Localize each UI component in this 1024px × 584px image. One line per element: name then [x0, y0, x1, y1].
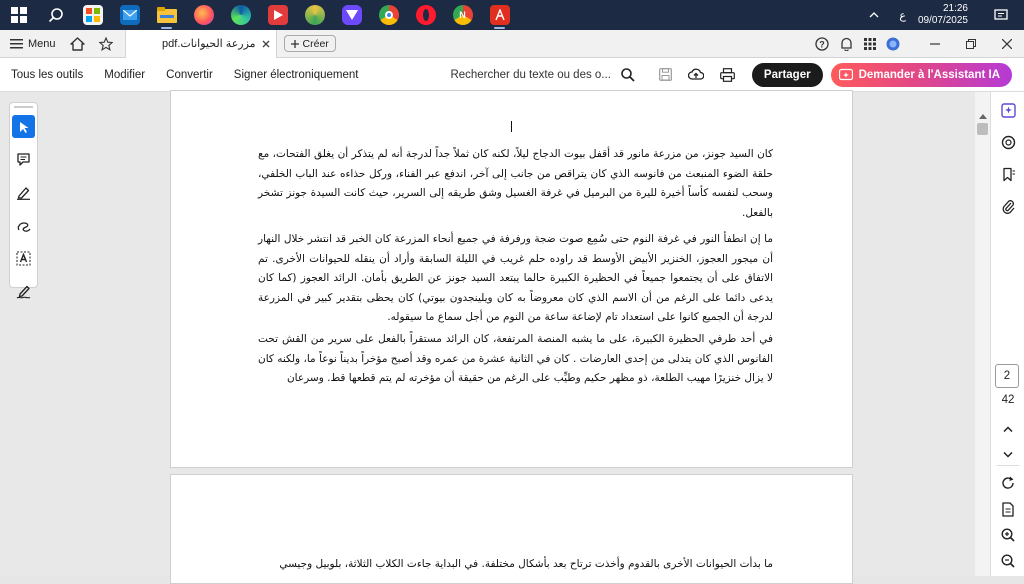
pdf-page-1[interactable]: كان السيد جونز، من مزرعة مانور قد أقفل ب…	[170, 90, 853, 468]
apps-grid-icon[interactable]	[864, 37, 876, 50]
comment-tool[interactable]	[12, 148, 35, 171]
attachment-icon	[1002, 199, 1014, 214]
edit-link[interactable]: Modifier	[104, 69, 145, 81]
menu-button[interactable]: Menu	[10, 38, 56, 50]
comment-ring-icon	[1001, 135, 1015, 149]
page-paragraph: في أحد طرفي الحظيرة الكبيرة، على ما يشبه…	[258, 333, 773, 384]
microsoft-store-icon[interactable]	[74, 0, 111, 30]
profile-avatar[interactable]	[886, 37, 900, 51]
new-tab-label: Créer	[302, 37, 329, 50]
scroll-up-arrow-icon[interactable]	[979, 114, 987, 119]
system-tray: ع 21:26 09/07/2025	[869, 0, 1024, 30]
chrome-profile-icon[interactable]: N	[444, 0, 481, 30]
edge-icon[interactable]	[222, 0, 259, 30]
signature-tool[interactable]	[12, 280, 35, 303]
keyboard-language[interactable]: ع	[899, 9, 906, 22]
highlighter-icon	[17, 187, 30, 200]
firefox-icon[interactable]	[185, 0, 222, 30]
document-viewer: كان السيد جونز، من مزرعة مانور قد أقفل ب…	[0, 90, 1024, 584]
hamburger-icon	[10, 38, 23, 49]
ai-assistant-button[interactable]: Demander à l'Assistant IA	[830, 62, 1012, 87]
comments-panel-tool[interactable]	[991, 126, 1024, 158]
search-field[interactable]: Rechercher du texte ou des o...	[450, 67, 635, 82]
ai-sparkle-icon	[838, 68, 853, 82]
chrome-icon[interactable]	[370, 0, 407, 30]
page-paragraph: كان السيد جونز، من مزرعة مانور قد أقفل ب…	[258, 148, 773, 219]
tab-title: مزرعة الحيوانات.pdf	[162, 38, 256, 50]
main-toolbar: Tous les outils Modifier Convertir Signe…	[0, 58, 1024, 92]
close-tab-icon[interactable]	[262, 40, 270, 48]
previous-page-icon[interactable]	[1003, 426, 1013, 432]
star-icon[interactable]	[98, 36, 113, 51]
attachments-tool[interactable]	[991, 190, 1024, 222]
next-page-icon[interactable]	[1003, 452, 1013, 458]
search-placeholder: Rechercher du texte ou des o...	[450, 68, 611, 81]
zoom-in-icon[interactable]	[1001, 528, 1015, 542]
page-paragraph: ما بدأت الحيوانات الأخرى بالقدوم وأخذت ت…	[279, 558, 773, 570]
help-icon[interactable]: ?	[815, 36, 829, 51]
minimize-icon[interactable]	[930, 39, 940, 49]
bookmark-icon	[1002, 167, 1015, 181]
file-explorer-icon[interactable]	[148, 0, 185, 30]
mail-icon[interactable]	[111, 0, 148, 30]
convert-link[interactable]: Convertir	[166, 69, 213, 81]
text-tool[interactable]	[12, 247, 35, 270]
rotate-icon[interactable]	[1001, 476, 1015, 490]
highlight-tool[interactable]	[12, 181, 35, 204]
all-tools-link[interactable]: Tous les outils	[11, 69, 83, 81]
search-icon[interactable]	[37, 0, 74, 30]
pdf-page-2[interactable]: ما بدأت الحيوانات الأخرى بالقدوم وأخذت ت…	[170, 474, 853, 584]
quick-tools-panel	[9, 102, 38, 299]
proton-vpn-icon[interactable]	[333, 0, 370, 30]
coin-app-icon[interactable]	[296, 0, 333, 30]
search-icon[interactable]	[621, 67, 635, 82]
opera-icon[interactable]	[407, 0, 444, 30]
save-icon[interactable]	[659, 68, 672, 81]
freehand-draw-icon	[17, 222, 31, 232]
restore-icon[interactable]	[966, 38, 976, 49]
notification-icon[interactable]	[994, 8, 1008, 22]
clock-date: 09/07/2025	[917, 15, 968, 26]
share-button[interactable]: Partager	[751, 62, 823, 87]
svg-text:?: ?	[819, 39, 825, 49]
ai-chat-icon	[1000, 102, 1016, 118]
sign-pen-icon	[16, 285, 31, 299]
clock-time: 21:26	[942, 3, 968, 14]
clock[interactable]: 21:26 09/07/2025	[918, 3, 968, 27]
acrobat-icon[interactable]	[481, 0, 518, 30]
vertical-scrollbar[interactable]	[975, 92, 990, 576]
text-box-icon	[16, 251, 31, 266]
chevron-up-icon[interactable]	[869, 12, 879, 18]
bookmarks-tool[interactable]	[991, 158, 1024, 190]
home-icon[interactable]	[69, 36, 85, 51]
zoom-out-icon[interactable]	[1001, 554, 1015, 568]
right-side-rail: 2 42	[990, 92, 1024, 576]
cursor-arrow-icon	[19, 121, 28, 133]
plus-icon	[290, 39, 299, 48]
menu-label: Menu	[28, 37, 56, 50]
bell-icon[interactable]	[840, 37, 853, 51]
comment-icon	[17, 153, 30, 166]
print-icon[interactable]	[720, 67, 735, 82]
draw-tool[interactable]	[12, 214, 35, 237]
close-window-icon[interactable]	[1002, 38, 1012, 49]
document-tab[interactable]: مزرعة الحيوانات.pdf	[124, 29, 277, 58]
total-pages: 42	[1001, 394, 1015, 406]
windows-taskbar: N ع 21:26 09/07/2025	[0, 0, 1024, 30]
select-tool[interactable]	[12, 115, 35, 138]
e-sign-link[interactable]: Signer électroniquement	[234, 69, 359, 81]
app-title-bar: Menu مزرعة الحيوانات.pdf Créer ?	[0, 29, 1024, 58]
cloud-upload-icon[interactable]	[687, 68, 704, 81]
text-cursor	[511, 121, 512, 132]
page-paragraph: ما إن انطفأ النور في غرفة النوم حتى سُمِ…	[258, 233, 773, 323]
page-extract-icon[interactable]	[1001, 502, 1015, 517]
new-tab-button[interactable]: Créer	[283, 35, 336, 52]
page-number-box[interactable]: 2	[995, 364, 1019, 388]
scrollbar-thumb[interactable]	[977, 123, 988, 135]
ai-document-tool[interactable]	[991, 94, 1024, 126]
ai-assistant-label: Demander à l'Assistant IA	[858, 68, 1000, 81]
media-player-icon[interactable]	[259, 0, 296, 30]
windows-start-icon[interactable]	[0, 0, 37, 30]
